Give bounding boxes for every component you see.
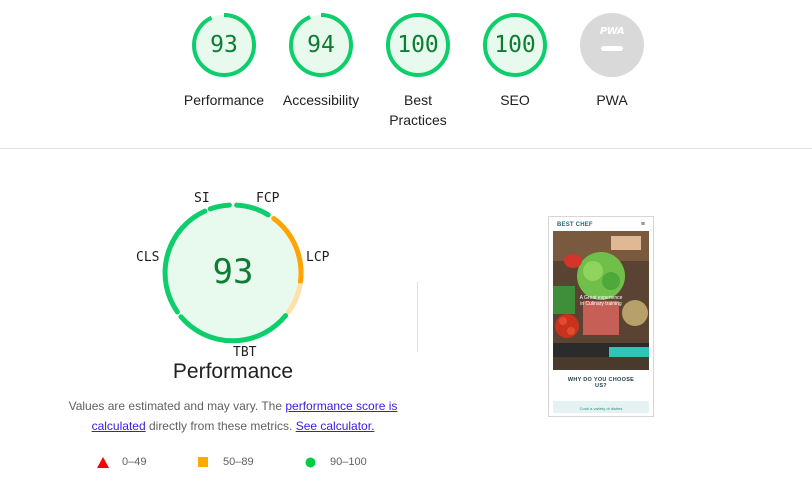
- hamburger-icon: ≡: [640, 221, 645, 228]
- gauge-score: 94: [307, 32, 335, 58]
- metric-label-lcp: LCP: [306, 250, 330, 265]
- gauge-ring: 100: [385, 12, 451, 78]
- legend-range: 90–100: [330, 456, 367, 468]
- gauge-label: Best Practices: [368, 90, 468, 130]
- gauge-score: 100: [397, 32, 439, 58]
- metric-label-si: SI: [194, 191, 210, 206]
- gauge-label: PWA: [596, 92, 628, 108]
- footer-text: Cook a variety of dishes: [579, 406, 623, 411]
- gauge-ring: 93: [191, 12, 257, 78]
- gauge-ring: 94: [288, 12, 354, 78]
- pwa-dash-icon: [601, 46, 623, 51]
- gauge-accessibility[interactable]: 94 Accessibility: [271, 12, 371, 110]
- final-screenshot-thumbnail[interactable]: BEST CHEF ≡ A Great experience in Culina…: [548, 216, 654, 417]
- gauge-score: 100: [494, 32, 536, 58]
- gauge-label: Accessibility: [282, 92, 360, 108]
- thumbnail-brand: BEST CHEF: [557, 222, 593, 228]
- gauge-performance[interactable]: 93 Performance: [174, 12, 274, 110]
- circle-icon: [305, 457, 316, 468]
- vertical-divider: [417, 282, 418, 352]
- section-divider: [0, 148, 812, 149]
- metric-label-tbt: TBT: [233, 345, 257, 360]
- gauge-label: Performance: [183, 92, 265, 108]
- performance-note: Values are estimated and may vary. The p…: [68, 396, 398, 436]
- legend-fail: 0–49: [97, 454, 146, 470]
- performance-score: 93: [212, 252, 254, 292]
- thumbnail-header: BEST CHEF ≡: [549, 217, 653, 231]
- legend-range: 0–49: [122, 456, 147, 468]
- section-heading: WHY DO YOU CHOOSE US?: [567, 377, 635, 389]
- pwa-badge-text: PWA: [599, 26, 625, 37]
- pwa-badge-icon: PWA: [579, 12, 645, 78]
- see-calculator-link[interactable]: See calculator.: [296, 419, 375, 433]
- lighthouse-report: 93 Performance 94 Accessibility 100 Best…: [0, 0, 812, 482]
- metric-label-cls: CLS: [136, 250, 160, 265]
- legend-pass: 90–100: [305, 454, 367, 470]
- gauge-score: 93: [210, 32, 238, 58]
- thumbnail-footer: Cook a variety of dishes: [553, 401, 649, 413]
- note-text: Values are estimated and may vary. The: [68, 399, 286, 413]
- gauge-label: SEO: [500, 92, 530, 108]
- legend-average: 50–89: [198, 454, 254, 470]
- legend-range: 50–89: [223, 456, 254, 468]
- gauge-label-line1: Best: [403, 92, 432, 108]
- gauge-ring: 100: [482, 12, 548, 78]
- square-icon: [198, 457, 208, 467]
- note-text: directly from these metrics.: [145, 419, 296, 433]
- hero-caption: A Great experience in Culinary training: [579, 295, 623, 307]
- gauge-pwa[interactable]: PWA PWA: [562, 12, 662, 110]
- performance-title: Performance: [172, 360, 294, 383]
- gauge-seo[interactable]: 100 SEO: [465, 12, 565, 110]
- triangle-icon: [97, 457, 109, 468]
- gauge-best-practices[interactable]: 100 Best Practices: [368, 12, 468, 130]
- gauge-label-line2: Practices: [389, 112, 447, 128]
- metric-label-fcp: FCP: [256, 191, 280, 206]
